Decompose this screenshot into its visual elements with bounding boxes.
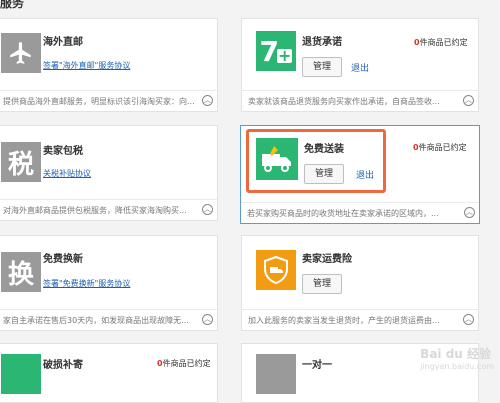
service-card-install: 0件商品已约定 免费送装 管理 退出 若买家购买商品时的收货地址在卖家承诺的区域… (240, 125, 480, 224)
chevron-up-icon[interactable]: ︿ (202, 95, 213, 106)
exit-link[interactable]: 退出 (356, 168, 374, 181)
description-row: 对海外直邮商品提供包税服务，降低买家海淘购买... ︿ (0, 199, 217, 221)
tax-agreement-link[interactable]: 关税补贴协议 (43, 168, 91, 179)
seven-plus-icon: 7 + (256, 31, 296, 71)
description-row: 家自主承诺在售后30天内，如发现商品出现故障无... ︿ (0, 309, 217, 331)
chevron-up-icon[interactable]: ︿ (463, 314, 474, 325)
card-title: 海外直邮 (43, 37, 83, 48)
agreed-count-badge: 0件商品已约定 (157, 359, 211, 368)
card-title: 破损补寄 (43, 360, 83, 371)
description-text: 对海外直邮商品提供包税服务，降低买家海淘购买... (3, 206, 187, 215)
description-text: 若买家购买商品时的收货地址在卖家承诺的区域内，... (247, 209, 439, 218)
description-row: 若买家购买商品时的收货地址在卖家承诺的区域内，... ︿ (241, 202, 479, 224)
chevron-up-icon[interactable]: ︿ (463, 95, 474, 106)
description-row: 加入此服务的卖家当发生退货时，产生的退货运费由... ︿ (242, 309, 478, 331)
description-row: 提供商品海外直邮服务，明显标识该引海淘买家：向... ︿ (0, 90, 217, 112)
card-title: 退货承诺 (302, 37, 342, 48)
description-text: 加入此服务的卖家当发生退货时，产生的退货运费由... (248, 316, 440, 325)
manage-button[interactable]: 管理 (304, 164, 345, 184)
agreed-count-badge: 0件商品已约定 (413, 143, 467, 152)
description-row: 卖家就该商品退货服务向买家作出承诺，自商品签收... ︿ (242, 90, 478, 112)
chevron-up-icon[interactable]: ︿ (202, 314, 213, 325)
tax-character-icon: 税 (1, 142, 41, 182)
section-title: 服务 (0, 0, 25, 10)
sign-agreement-link[interactable]: 签署"免费换新"服务协议 (43, 278, 130, 289)
card-title: 卖家包税 (43, 146, 83, 157)
airplane-icon (1, 33, 41, 73)
exit-link[interactable]: 退出 (351, 61, 369, 74)
description-text: 提供商品海外直邮服务，明显标识该引海淘买家：向... (3, 97, 195, 106)
shield-truck-icon (256, 250, 296, 290)
card-title: 卖家运费险 (302, 254, 352, 265)
card-title: 免费换新 (43, 254, 83, 265)
chevron-up-icon[interactable]: ︿ (464, 207, 475, 218)
service-card-overseas: 海外直邮 签署"海外直邮"服务协议 提供商品海外直邮服务，明显标识该引海淘买家：… (0, 18, 218, 112)
description-text: 卖家就该商品退货服务向买家作出承诺，自商品签收... (248, 97, 440, 106)
exchange-character-icon: 换 (1, 252, 41, 292)
service-card-return: 7 + 0件商品已约定 退货承诺 管理 退出 卖家就该商品退货服务向买家作出承诺，… (241, 18, 479, 112)
damage-icon (1, 354, 41, 394)
service-card-damage: 破损补寄 0件商品已约定 (0, 343, 218, 403)
description-text: 家自主承诺在售后30天内，如发现商品出现故障无... (3, 316, 189, 325)
card-title: 免费送装 (304, 144, 344, 155)
service-card-tax: 税 卖家包税 关税补贴协议 对海外直邮商品提供包税服务，降低买家海淘购买... … (0, 125, 218, 221)
manage-button[interactable]: 管理 (302, 274, 343, 294)
service-card-exchange: 换 免费换新 签署"免费换新"服务协议 家自主承诺在售后30天内，如发现商品出现… (0, 235, 218, 331)
watermark: Bai du 经验 jingyan.baidu.com (420, 347, 494, 371)
service-card-freight: 卖家运费险 管理 加入此服务的卖家当发生退货时，产生的退货运费由... ︿ (241, 235, 479, 331)
sign-agreement-link[interactable]: 签署"海外直邮"服务协议 (43, 60, 130, 71)
truck-wrench-icon (256, 138, 298, 180)
one-to-one-icon (256, 354, 296, 394)
agreed-count-badge: 0件商品已约定 (414, 38, 468, 47)
card-title: 一对一 (302, 360, 332, 371)
chevron-up-icon[interactable]: ︿ (202, 204, 213, 215)
manage-button[interactable]: 管理 (302, 57, 343, 77)
